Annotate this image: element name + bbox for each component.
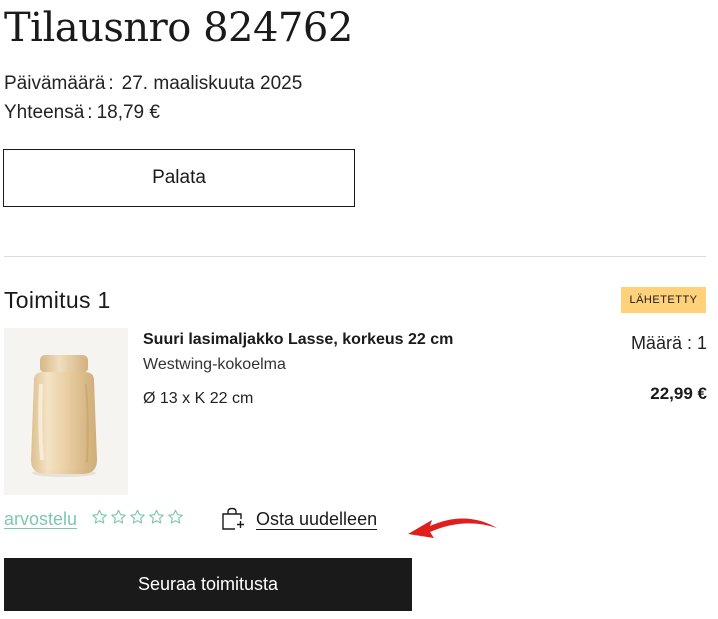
star-icon[interactable] (91, 508, 108, 526)
review-link[interactable]: arvostelu (4, 509, 77, 530)
colon-separator: : (108, 73, 114, 94)
back-button[interactable]: Palata (3, 149, 355, 207)
product-name[interactable]: Suuri lasimaljakko Lasse, korkeus 22 cm (143, 331, 453, 349)
status-badge: LÄHETETTY (621, 287, 706, 313)
order-date-value: 27. maaliskuuta 2025 (121, 73, 303, 94)
star-icon[interactable] (129, 508, 146, 526)
quantity: Määrä : 1 (630, 333, 707, 353)
quantity-value: 1 (696, 333, 707, 353)
product-price: 22,99 € (650, 384, 707, 403)
product-collection: Westwing-kokoelma (143, 356, 286, 373)
colon-separator: : (87, 102, 93, 123)
order-total-row: Yhteensä:18,79 € (4, 101, 160, 125)
red-arrow-icon (408, 518, 497, 538)
order-date-label: Päivämäärä (4, 73, 106, 94)
star-rating[interactable] (91, 508, 184, 526)
order-total-label: Yhteensä (4, 102, 85, 123)
star-icon[interactable] (110, 508, 127, 526)
quantity-label: Määrä (630, 333, 682, 353)
product-dimensions: Ø 13 x K 22 cm (143, 390, 254, 407)
page-title: Tilausnro 824762 (4, 5, 353, 51)
product-image[interactable] (4, 328, 128, 495)
buy-again-label: Osta uudelleen (256, 508, 378, 529)
order-date-row: Päivämäärä:27. maaliskuuta 2025 (4, 72, 302, 96)
section-divider (4, 256, 706, 257)
shopping-bag-plus-icon (222, 507, 246, 530)
track-shipment-button[interactable]: Seuraa toimitusta (4, 558, 412, 611)
buy-again-button[interactable]: Osta uudelleen (221, 507, 377, 531)
star-icon[interactable] (167, 508, 184, 526)
order-total-value: 18,79 € (96, 102, 160, 123)
shipment-title: Toimitus 1 (4, 287, 111, 313)
star-icon[interactable] (148, 508, 165, 526)
glass-vase-image (31, 355, 97, 477)
